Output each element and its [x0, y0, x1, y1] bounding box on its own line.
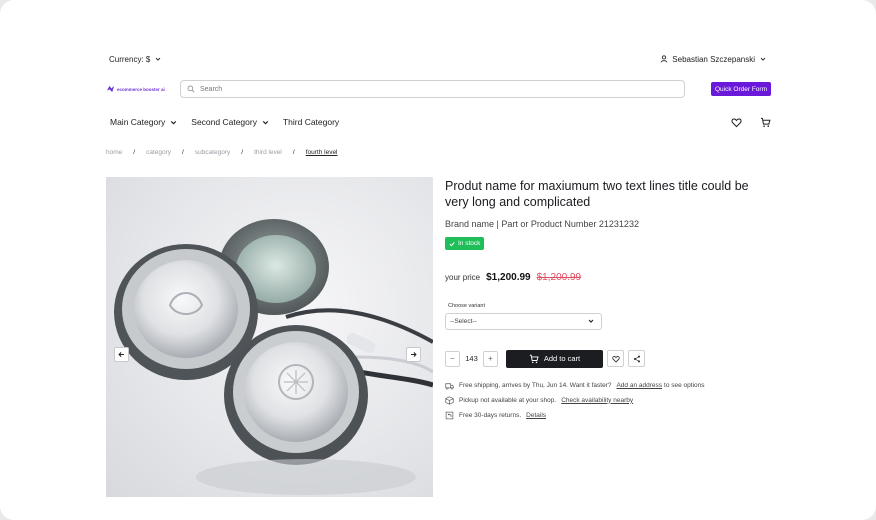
shipping-text: Free shipping, arrives by Thu, Jun 14. W…	[459, 382, 612, 389]
quantity-value[interactable]: 143	[462, 354, 481, 363]
breadcrumb: home / category / subcategory / third le…	[106, 149, 338, 156]
top-bar: Currency: $ Sebastian Szczepanski	[109, 52, 767, 66]
heart-icon[interactable]	[731, 117, 742, 128]
increase-quantity-button[interactable]: +	[483, 350, 498, 367]
variant-select[interactable]: --Select--	[445, 312, 602, 330]
variant-label: Choose variant	[448, 302, 485, 309]
chevron-down-icon	[588, 319, 594, 323]
product-photo	[114, 219, 433, 495]
breadcrumb-item[interactable]: third level	[254, 149, 282, 156]
page-frame: Currency: $ Sebastian Szczepanski ecomme…	[0, 0, 876, 520]
quick-order-button[interactable]: Quick Order Form	[710, 82, 771, 96]
breadcrumb-separator: /	[182, 149, 184, 156]
chevron-down-icon	[156, 57, 161, 61]
user-name: Sebastian Szczepanski	[672, 54, 755, 64]
product-title: Produt name for maxiumum two text lines …	[445, 179, 749, 209]
share-button[interactable]	[628, 350, 645, 367]
breadcrumb-item[interactable]: category	[146, 149, 171, 156]
chevron-down-icon	[262, 120, 269, 124]
current-price: $1,200.99	[486, 271, 531, 283]
logo-icon	[106, 85, 115, 93]
returns-details-link[interactable]: Details	[526, 412, 546, 419]
check-availability-link[interactable]: Check availability nearby	[561, 397, 633, 404]
pickup-row: Pickup not available at your shop. Check…	[445, 395, 775, 405]
nav-label: Third Category	[282, 117, 340, 127]
add-to-cart-button[interactable]: Add to cart	[506, 349, 603, 368]
search-input[interactable]: Search	[180, 80, 685, 98]
truck-icon	[445, 382, 454, 389]
arrow-left-icon	[118, 352, 124, 357]
product-image	[106, 177, 433, 497]
shipping-tail: to see options	[664, 382, 705, 389]
return-icon	[445, 411, 454, 419]
purchase-row: − 143 + Add to cart	[445, 349, 775, 368]
nav-label: Second Category	[191, 117, 257, 127]
breadcrumb-item[interactable]: home	[106, 149, 122, 156]
chevron-down-icon	[171, 120, 177, 124]
arrow-right-icon	[411, 352, 417, 357]
chevron-down-icon	[760, 57, 766, 61]
cart-icon[interactable]	[760, 117, 771, 128]
quick-order-label: Quick Order Form	[714, 85, 767, 93]
breadcrumb-current[interactable]: fourth level	[306, 149, 338, 156]
breadcrumb-separator: /	[292, 149, 295, 156]
decrease-quantity-button[interactable]: −	[445, 350, 460, 367]
add-to-cart-label: Add to cart	[543, 354, 581, 363]
product-details: Produt name for maxiumum two text lines …	[445, 178, 775, 426]
cart-icon	[529, 354, 539, 363]
previous-image-button[interactable]	[114, 347, 129, 362]
logo[interactable]: ecommerce booster ai	[106, 85, 180, 93]
old-price: $1,200.99	[536, 271, 582, 283]
returns-row: Free 30-days returns. Details	[445, 411, 775, 420]
breadcrumb-item[interactable]: subcategory	[195, 149, 230, 156]
box-icon	[445, 395, 454, 405]
nav-third-category[interactable]: Third Category	[283, 117, 339, 127]
stock-badge: In stock	[445, 237, 485, 250]
heart-icon	[611, 355, 620, 363]
category-nav: Main Category Second Category Third Cate…	[110, 114, 771, 130]
logo-text: ecommerce booster ai	[117, 86, 165, 92]
breadcrumb-separator: /	[241, 149, 244, 156]
stock-label: In stock	[458, 240, 481, 247]
next-image-button[interactable]	[406, 347, 421, 362]
nav-second-category[interactable]: Second Category	[191, 117, 270, 127]
search-icon	[187, 85, 195, 93]
price-label: your price	[445, 272, 481, 282]
share-icon	[633, 355, 640, 362]
nav-main-category[interactable]: Main Category	[110, 117, 178, 127]
product-brand-line: Brand name | Part or Product Number 2123…	[445, 219, 639, 229]
variant-value: --Select--	[450, 317, 477, 325]
search-placeholder: Search	[200, 85, 223, 93]
shipping-row: Free shipping, arrives by Thu, Jun 14. W…	[445, 382, 775, 390]
price-row: your price $1,200.99 $1,200.99	[445, 272, 775, 283]
pickup-text: Pickup not available at your shop.	[459, 396, 557, 404]
user-icon	[661, 55, 668, 63]
currency-selector[interactable]: Currency: $	[109, 55, 162, 64]
site-header: ecommerce booster ai Search Quick Order …	[106, 80, 771, 98]
header-icons	[731, 117, 771, 128]
add-address-link[interactable]: Add an address	[616, 382, 662, 389]
delivery-info: Free shipping, arrives by Thu, Jun 14. W…	[445, 382, 775, 420]
wishlist-button[interactable]	[607, 350, 624, 367]
returns-text: Free 30-days returns.	[459, 411, 522, 419]
nav-label: Main Category	[110, 117, 166, 127]
breadcrumb-separator: /	[133, 149, 136, 156]
quantity-stepper: − 143 +	[445, 350, 498, 367]
check-icon	[449, 241, 455, 246]
currency-label: Currency: $	[109, 54, 151, 64]
user-menu[interactable]: Sebastian Szczepanski	[660, 55, 767, 64]
